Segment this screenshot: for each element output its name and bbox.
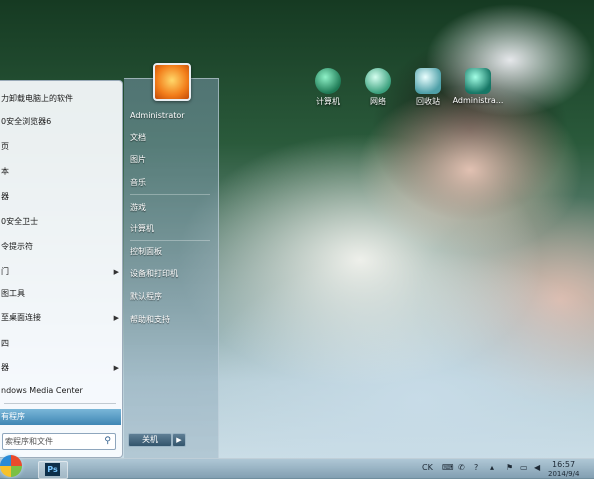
program-label: 令提示符	[1, 242, 33, 251]
user-folder-icon	[465, 68, 491, 94]
search-icon[interactable]: ⚲	[104, 434, 111, 449]
start-menu-programs-pane: 力卸载电脑上的软件 0安全浏览器6 页 本 器 0安全卫士 令提示符 门 ▶ 图工…	[0, 80, 123, 458]
start-item-computer[interactable]: 计算机	[130, 222, 154, 236]
action-center-flag-icon[interactable]: ⚑	[506, 463, 513, 472]
program-label: 0安全浏览器6	[1, 117, 52, 126]
desktop-icon-label: 回收站	[416, 97, 440, 106]
program-item[interactable]: 图工具	[0, 286, 123, 302]
program-label: 0安全卫士	[1, 217, 39, 226]
program-label: 器	[1, 192, 9, 201]
user-avatar[interactable]	[153, 63, 191, 101]
tray-app-icon[interactable]: ✆	[458, 463, 465, 472]
search-placeholder: 索程序和文件	[5, 437, 53, 446]
ime-indicator[interactable]: CK	[422, 463, 433, 472]
program-item[interactable]: 门 ▶	[0, 264, 123, 280]
program-item[interactable]: 力卸载电脑上的软件	[0, 91, 123, 107]
desktop-icon-recycle-bin[interactable]: 回收站	[402, 68, 454, 107]
network-icon	[365, 68, 391, 94]
start-item-devices-printers[interactable]: 设备和打印机	[130, 267, 178, 281]
desktop-icon-user-folder[interactable]: Administra...	[452, 68, 504, 105]
program-label: 本	[1, 167, 9, 176]
clock-date[interactable]: 2014/9/4	[548, 470, 579, 478]
volume-icon[interactable]: ◀	[534, 463, 540, 472]
shutdown-button[interactable]: 关机	[128, 433, 172, 447]
program-item[interactable]: 器 ▶	[0, 360, 123, 376]
chevron-right-icon: ▶	[113, 364, 119, 372]
program-label: 门	[1, 267, 9, 276]
clock-time[interactable]: 16:57	[552, 460, 575, 469]
program-label: 至桌面连接	[1, 313, 41, 322]
start-item-pictures[interactable]: 图片	[130, 153, 146, 167]
taskbar: Ps CK ⌨ ✆ ? ▴ ⚑ ▭ ◀ 16:57 2014/9/4	[0, 455, 594, 479]
start-item-music[interactable]: 音乐	[130, 176, 146, 190]
program-label: 页	[1, 142, 9, 151]
program-item[interactable]: 器	[0, 189, 123, 205]
divider	[130, 194, 210, 195]
program-item[interactable]: ndows Media Center	[0, 383, 123, 399]
desktop-icon-computer[interactable]: 计算机	[302, 68, 354, 107]
start-search-input[interactable]: 索程序和文件 ⚲	[2, 433, 116, 450]
start-item-games[interactable]: 游戏	[130, 201, 146, 215]
program-label: 四	[1, 339, 9, 348]
program-label: 器	[1, 363, 9, 372]
program-item[interactable]: 0安全浏览器6	[0, 114, 123, 130]
start-menu: 力卸载电脑上的软件 0安全浏览器6 页 本 器 0安全卫士 令提示符 门 ▶ 图工…	[0, 63, 219, 460]
desktop-icon-label: 计算机	[316, 97, 340, 106]
shutdown-options-chevron-icon[interactable]: ▶	[172, 433, 186, 447]
program-label: 图工具	[1, 289, 25, 298]
program-item[interactable]: 令提示符	[0, 239, 123, 255]
start-item-documents[interactable]: 文档	[130, 131, 146, 145]
recycle-bin-icon	[415, 68, 441, 94]
help-icon[interactable]: ?	[474, 463, 478, 472]
start-item-default-programs[interactable]: 默认程序	[130, 290, 162, 304]
program-item[interactable]: 至桌面连接 ▶	[0, 310, 123, 326]
program-item[interactable]: 本	[0, 164, 123, 180]
start-menu-places-pane: Administrator 文档 图片 音乐 游戏 计算机 控制面板 设备和打印…	[124, 63, 219, 460]
start-item-control-panel[interactable]: 控制面板	[130, 245, 162, 259]
program-item[interactable]: 页	[0, 139, 123, 155]
keyboard-icon[interactable]: ⌨	[442, 463, 454, 472]
tray-expand-icon[interactable]: ▴	[490, 463, 494, 472]
desktop-icon-label: 网络	[370, 97, 386, 106]
computer-icon	[315, 68, 341, 94]
divider	[130, 240, 210, 241]
system-tray: CK ⌨ ✆ ? ▴ ⚑ ▭ ◀ 16:57 2014/9/4	[420, 459, 590, 479]
start-item-administrator[interactable]: Administrator	[130, 109, 185, 123]
photoshop-icon: Ps	[45, 463, 60, 476]
program-label: 力卸载电脑上的软件	[1, 94, 73, 103]
program-label: ndows Media Center	[1, 386, 83, 395]
desktop-icon-label: Administra...	[452, 96, 504, 105]
chevron-right-icon: ▶	[113, 268, 119, 276]
start-item-help-support[interactable]: 帮助和支持	[130, 313, 170, 327]
program-item[interactable]: 0安全卫士	[0, 214, 123, 230]
taskbar-app-photoshop[interactable]: Ps	[38, 461, 68, 479]
all-programs-button[interactable]: 有程序	[0, 409, 121, 425]
desktop-icon-network[interactable]: 网络	[352, 68, 404, 107]
network-status-icon[interactable]: ▭	[520, 463, 528, 472]
divider	[4, 403, 116, 404]
chevron-right-icon: ▶	[113, 314, 119, 322]
program-item[interactable]: 四	[0, 336, 123, 352]
start-orb-button[interactable]	[0, 455, 22, 477]
